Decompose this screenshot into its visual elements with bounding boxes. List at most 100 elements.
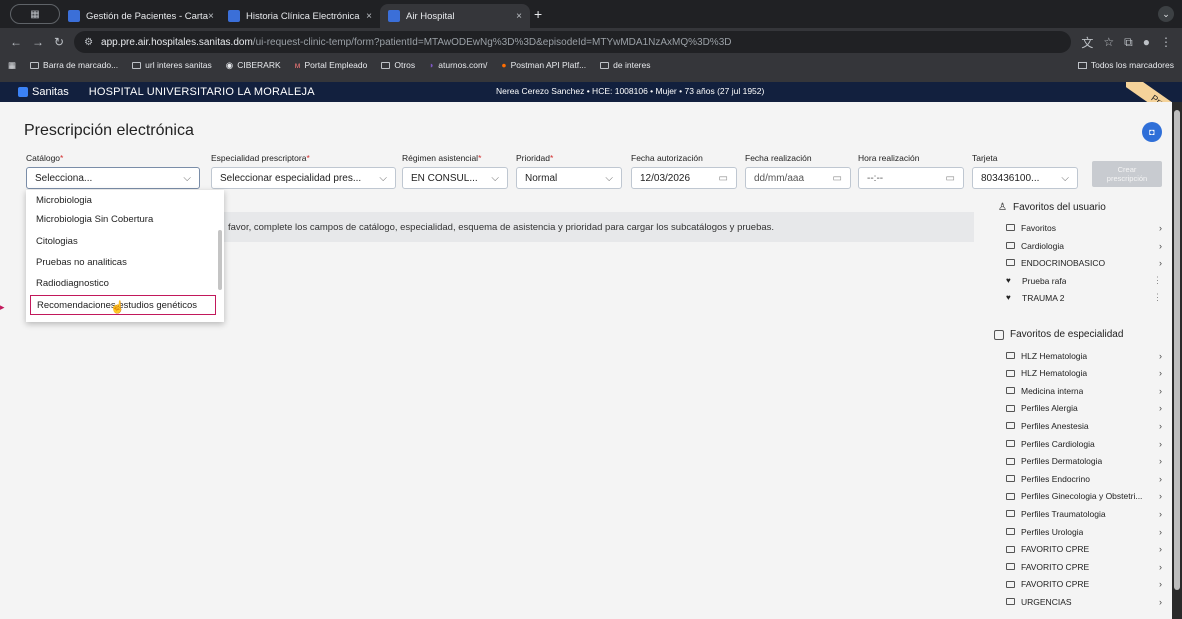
specialty-favorite-folder[interactable]: Perfiles Alergia › — [1006, 400, 1162, 417]
favorites-user-heading: ♙ Favoritos del usuario — [998, 202, 1106, 213]
folder-icon — [1006, 242, 1015, 249]
tab-favicon-icon — [228, 10, 240, 22]
more-icon[interactable]: ⋮ — [1153, 275, 1162, 286]
fecha-autorizacion-input[interactable]: 12/03/2026 ▭ — [631, 167, 737, 189]
dropdown-option[interactable]: Citologias — [26, 231, 216, 251]
dropdown-option[interactable]: Pruebas no analiticas — [26, 252, 216, 272]
page-title: Prescripción electrónica — [24, 122, 194, 139]
catalogo-select[interactable]: Selecciona... ⌵ — [26, 167, 200, 189]
favorite-folder[interactable]: ENDOCRINOBASICO › — [1006, 254, 1162, 271]
extensions-icon[interactable]: ⧉ — [1124, 35, 1133, 50]
app-header: Sanitas HOSPITAL UNIVERSITARIO LA MORALE… — [0, 82, 1182, 122]
close-tab-icon[interactable]: × — [366, 11, 372, 22]
chevron-right-icon: › — [1159, 420, 1162, 431]
star-icon[interactable]: ☆ — [1103, 35, 1114, 49]
close-tab-icon[interactable]: × — [208, 11, 214, 22]
tab-groups-button[interactable]: ▦ — [10, 4, 60, 24]
specialty-favorite-folder[interactable]: Perfiles Traumatologia › — [1006, 505, 1162, 522]
bookmark-item[interactable]: de interes — [600, 60, 651, 70]
folder-icon — [1006, 422, 1015, 430]
bookmark-item[interactable]: ᴍ Portal Empleado — [295, 60, 368, 70]
calendar-icon[interactable]: ▭ — [719, 173, 728, 184]
page-scrollbar[interactable] — [1172, 102, 1182, 619]
specialty-favorite-folder[interactable]: Perfiles Urologia › — [1006, 523, 1162, 540]
chevron-down-icon: ⌵ — [183, 172, 191, 184]
folder-icon — [30, 61, 40, 69]
dropdown-option[interactable]: Radiodiagnostico — [26, 273, 216, 293]
mouse-cursor-icon: ☝ — [110, 300, 125, 314]
specialty-favorite-folder[interactable]: Perfiles Cardiologia › — [1006, 435, 1162, 452]
specialty-favorite-folder[interactable]: Perfiles Dermatologia › — [1006, 453, 1162, 470]
bookmark-item[interactable]: ◉ CIBERARK — [226, 60, 281, 71]
specialty-favorite-folder[interactable]: Perfiles Anestesia › — [1006, 417, 1162, 434]
dropdown-option[interactable]: Microbiologia Sin Cobertura — [26, 209, 216, 229]
specialty-favorite-folder[interactable]: HLZ Hematologia › — [1006, 347, 1162, 364]
sanitas-logo[interactable]: Sanitas — [18, 86, 69, 98]
tab-search-icon[interactable]: ⌄ — [1158, 6, 1174, 22]
reload-icon[interactable]: ↻ — [54, 35, 64, 49]
bookmark-action-icon[interactable]: ◘ — [1142, 122, 1162, 142]
tarjeta-select[interactable]: 803436100... ⌵ — [972, 167, 1078, 189]
postman-icon: ● — [501, 60, 507, 70]
favorite-test[interactable]: ♥ TRAUMA 2 ⋮ — [1006, 289, 1162, 306]
user-icon: ♙ — [998, 202, 1007, 213]
fecha-realizacion-input[interactable]: dd/mm/aaa ▭ — [745, 167, 851, 189]
favorite-test[interactable]: ♥ Prueba rafa ⋮ — [1006, 272, 1162, 289]
specialty-favorite-folder[interactable]: Medicina interna › — [1006, 382, 1162, 399]
bookmark-item[interactable]: ◗ aturnos.com/ — [429, 60, 487, 70]
apps-icon[interactable]: ▦ — [8, 60, 16, 71]
browser-tab-2[interactable]: Historia Clínica Electrónica × — [220, 4, 380, 28]
calendar-icon[interactable]: ▭ — [833, 173, 842, 184]
folder-icon — [1006, 457, 1015, 465]
chevron-right-icon: › — [1159, 596, 1162, 607]
back-icon[interactable]: ← — [10, 35, 22, 49]
specialty-favorite-folder[interactable]: HLZ Hematologia › — [1006, 365, 1162, 382]
specialty-favorite-folder[interactable]: FAVORITO CPRE › — [1006, 541, 1162, 558]
favorites-specialty-heading: Favoritos de especialidad — [994, 329, 1123, 340]
especialidad-select[interactable]: Seleccionar especialidad pres... ⌵ — [211, 167, 396, 189]
forward-icon[interactable]: → — [32, 35, 44, 49]
hora-realizacion-input[interactable]: --:-- ▭ — [858, 167, 964, 189]
catalogo-dropdown-list[interactable]: Microbiologia Microbiologia Sin Cobertur… — [26, 190, 224, 322]
specialty-favorite-folder[interactable]: FAVORITO CPRE › — [1006, 576, 1162, 593]
dropdown-scrollbar[interactable] — [218, 230, 222, 290]
translate-icon[interactable]: 文 — [1081, 34, 1093, 51]
instructions-notice: favor, complete los campos de catálogo, … — [210, 212, 974, 242]
dropdown-option[interactable]: Microbiologia — [26, 190, 216, 210]
favorite-folder[interactable]: Favoritos › — [1006, 219, 1162, 236]
site-info-icon[interactable]: ⚙ — [84, 37, 93, 48]
specialty-favorite-folder[interactable]: FAVORITO CPRE › — [1006, 558, 1162, 575]
more-icon[interactable]: ⋮ — [1153, 292, 1162, 303]
browser-tab-1[interactable]: Gestión de Pacientes - Carta × — [60, 4, 220, 28]
crear-prescripcion-button[interactable]: Crear prescripción — [1092, 161, 1162, 187]
all-bookmarks[interactable]: Todos los marcadores — [1077, 60, 1174, 70]
chevron-down-icon: ⌵ — [605, 172, 613, 184]
favorite-folder[interactable]: Cardiologia › — [1006, 237, 1162, 254]
menu-icon[interactable]: ⋮ — [1160, 35, 1172, 49]
bookmark-item[interactable]: Barra de marcado... — [30, 60, 118, 70]
prescription-page: Prescripción electrónica ◘ Catálogo* Esp… — [0, 102, 1172, 619]
folder-icon — [132, 61, 142, 69]
chevron-right-icon: › — [1159, 456, 1162, 467]
chevron-right-icon: › — [1159, 222, 1162, 233]
url-path: /ui-request-clinic-temp/form?patientId=M… — [252, 36, 732, 48]
chevron-down-icon: ⌵ — [379, 172, 387, 184]
prioridad-select[interactable]: Normal ⌵ — [516, 167, 622, 189]
specialty-favorite-folder[interactable]: URGENCIAS › — [1006, 593, 1162, 610]
hospital-name: HOSPITAL UNIVERSITARIO LA MORALEJA — [88, 86, 315, 98]
folder-icon — [1006, 563, 1015, 571]
regimen-select[interactable]: EN CONSUL... ⌵ — [402, 167, 508, 189]
bookmark-item[interactable]: url interes sanitas — [132, 60, 212, 70]
bookmark-item[interactable]: Otros — [381, 60, 415, 70]
specialty-favorite-folder[interactable]: Perfiles Endocrino › — [1006, 470, 1162, 487]
close-tab-icon[interactable]: × — [516, 11, 522, 22]
scrollbar-thumb[interactable] — [1174, 110, 1180, 590]
browser-tab-3[interactable]: Air Hospital × — [380, 4, 530, 28]
specialty-favorite-folder[interactable]: Perfiles Ginecologia y Obstetri... › — [1006, 488, 1162, 505]
bookmark-item[interactable]: ● Postman API Platf... — [501, 60, 586, 70]
chevron-down-icon: ⌵ — [491, 172, 499, 184]
clock-icon[interactable]: ▭ — [946, 173, 955, 184]
profile-icon[interactable]: ● — [1143, 35, 1150, 49]
new-tab-icon[interactable]: + — [534, 6, 542, 22]
url-field[interactable]: ⚙ app.pre.air.hospitales.sanitas.dom/ui-… — [74, 31, 1072, 53]
